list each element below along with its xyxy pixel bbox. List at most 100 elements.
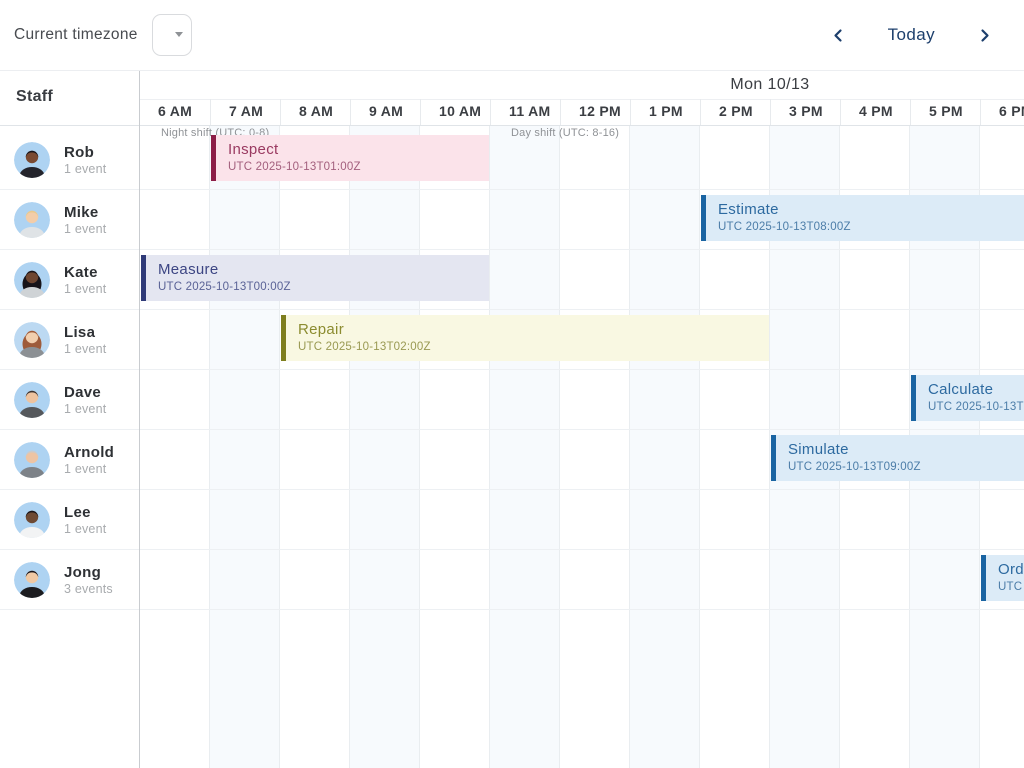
row-divider (0, 369, 1024, 370)
time-label: 11 AM (490, 99, 560, 125)
chevron-left-icon (831, 28, 846, 43)
staff-name: Kate (64, 264, 106, 283)
staff-event-count: 1 event (64, 282, 106, 296)
staff-info: Rob 1 event (64, 144, 106, 177)
grid-column[interactable] (560, 126, 630, 768)
event-title: Calculate (928, 380, 1024, 400)
staff-name: Lisa (64, 324, 106, 343)
event-title: Estimate (718, 200, 851, 220)
event[interactable]: Estimate UTC 2025-10-13T08:00Z (701, 195, 1024, 241)
event-title: Repair (298, 320, 431, 340)
staff-name: Rob (64, 144, 106, 163)
staff-info: Jong 3 events (64, 564, 113, 597)
staff-row: Lee 1 event (0, 490, 140, 550)
next-button[interactable] (973, 24, 996, 47)
time-label: 6 AM (140, 99, 210, 125)
person-icon (14, 562, 50, 598)
event-time: UTC 2025-10-13T08:00Z (718, 221, 851, 233)
time-label: 2 PM (700, 99, 770, 125)
scheduler-app: Current timezone Today Staff Mon 10/13 6… (0, 0, 1024, 768)
grid-column[interactable] (210, 126, 280, 768)
person-icon (14, 322, 50, 358)
today-button[interactable]: Today (882, 24, 941, 46)
event-content: Ord UTC (986, 555, 1024, 601)
staff-name: Jong (64, 564, 113, 583)
staff-event-count: 1 event (64, 522, 106, 536)
event-content: Inspect UTC 2025-10-13T01:00Z (216, 135, 361, 181)
event-time: UTC 2025-10-13T1 (928, 401, 1024, 413)
event[interactable]: Simulate UTC 2025-10-13T09:00Z (771, 435, 1024, 481)
staff-event-count: 1 event (64, 342, 106, 356)
shift-label: Day shift (UTC: 8-16) (511, 127, 619, 139)
event-time: UTC (998, 581, 1024, 593)
staff-row: Lisa 1 event (0, 310, 140, 370)
grid-column[interactable] (140, 126, 210, 768)
grid-column[interactable] (420, 126, 490, 768)
event-content: Simulate UTC 2025-10-13T09:00Z (776, 435, 921, 481)
staff-name: Arnold (64, 444, 114, 463)
staff-info: Lee 1 event (64, 504, 106, 537)
event[interactable]: Ord UTC (981, 555, 1024, 601)
person-icon (14, 202, 50, 238)
toolbar: Current timezone Today (0, 0, 1024, 71)
avatar (14, 562, 50, 598)
row-divider (0, 249, 1024, 250)
grid-column[interactable] (350, 126, 420, 768)
time-label: 6 PM (980, 99, 1024, 125)
person-icon (14, 262, 50, 298)
avatar (14, 202, 50, 238)
time-label: 4 PM (840, 99, 910, 125)
time-label: 5 PM (910, 99, 980, 125)
event-content: Repair UTC 2025-10-13T02:00Z (286, 315, 431, 361)
staff-row: Rob 1 event (0, 130, 140, 190)
row-divider (0, 489, 1024, 490)
time-label: 10 AM (420, 99, 490, 125)
staff-row: Arnold 1 event (0, 430, 140, 490)
time-label: 9 AM (350, 99, 420, 125)
grid-column[interactable] (490, 126, 560, 768)
chevron-down-icon (175, 32, 183, 37)
event-time: UTC 2025-10-13T01:00Z (228, 161, 361, 173)
avatar (14, 322, 50, 358)
row-divider (0, 309, 1024, 310)
avatar (14, 502, 50, 538)
prev-button[interactable] (827, 24, 850, 47)
staff-info: Kate 1 event (64, 264, 106, 297)
event-title: Simulate (788, 440, 921, 460)
event[interactable]: Calculate UTC 2025-10-13T1 (911, 375, 1024, 421)
person-icon (14, 142, 50, 178)
event[interactable]: Measure UTC 2025-10-13T00:00Z (141, 255, 489, 301)
staff-info: Dave 1 event (64, 384, 106, 417)
avatar (14, 382, 50, 418)
event-time: UTC 2025-10-13T02:00Z (298, 341, 431, 353)
event-title: Measure (158, 260, 291, 280)
event-title: Ord (998, 560, 1024, 580)
grid-column[interactable] (630, 126, 700, 768)
staff-row: Mike 1 event (0, 190, 140, 250)
person-icon (14, 502, 50, 538)
time-label: 1 PM (630, 99, 700, 125)
person-icon (14, 442, 50, 478)
event[interactable]: Repair UTC 2025-10-13T02:00Z (281, 315, 769, 361)
event-time: UTC 2025-10-13T00:00Z (158, 281, 291, 293)
event-content: Estimate UTC 2025-10-13T08:00Z (706, 195, 851, 241)
time-label: 8 AM (280, 99, 350, 125)
grid-column[interactable] (280, 126, 350, 768)
row-divider (0, 429, 1024, 430)
staff-event-count: 3 events (64, 582, 113, 596)
chevron-right-icon (977, 28, 992, 43)
time-label: 3 PM (770, 99, 840, 125)
time-label: 12 PM (560, 99, 630, 125)
avatar (14, 262, 50, 298)
staff-grid-separator (139, 70, 140, 768)
timezone-select[interactable] (152, 14, 192, 56)
event[interactable]: Inspect UTC 2025-10-13T01:00Z (211, 135, 489, 181)
event-content: Calculate UTC 2025-10-13T1 (916, 375, 1024, 421)
timezone-group: Current timezone (0, 14, 192, 56)
date-navigator: Today (827, 24, 1024, 47)
event-title: Inspect (228, 140, 361, 160)
time-header-row: 6 AM7 AM8 AM9 AM10 AM11 AM12 PM1 PM2 PM3… (140, 99, 1024, 125)
staff-name: Dave (64, 384, 106, 403)
staff-row: Jong 3 events (0, 550, 140, 610)
avatar (14, 142, 50, 178)
